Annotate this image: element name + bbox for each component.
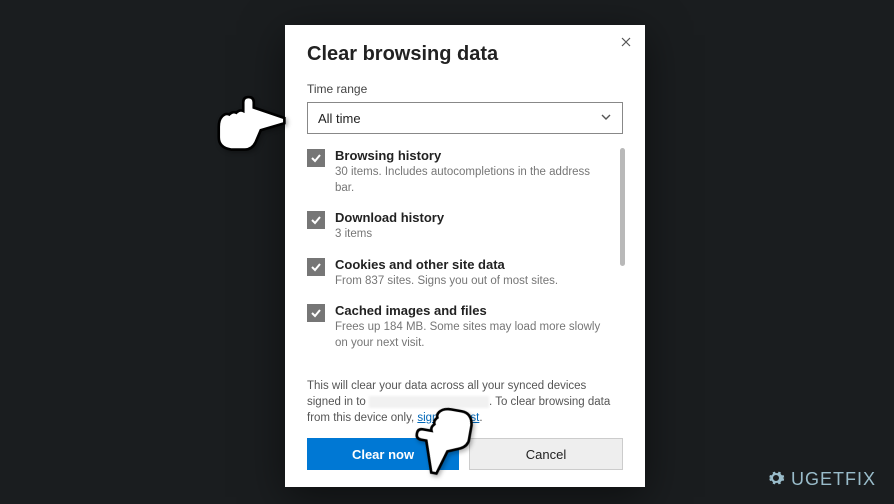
list-item: Cookies and other site data From 837 sit… (307, 257, 611, 290)
scrollbar[interactable] (620, 148, 625, 266)
checkbox-cached[interactable] (307, 304, 325, 322)
item-sub: 30 items. Includes autocompletions in th… (335, 165, 611, 196)
checkbox-browsing-history[interactable] (307, 149, 325, 167)
item-sub: 3 items (335, 227, 444, 243)
options-list: Browsing history 30 items. Includes auto… (307, 148, 623, 378)
pointer-hand-icon (200, 90, 290, 160)
list-item: Download history 3 items (307, 210, 611, 243)
time-range-select[interactable]: All time (307, 102, 623, 134)
item-title: Download history (335, 210, 444, 225)
dialog-title: Clear browsing data (307, 43, 623, 66)
checkbox-cookies[interactable] (307, 258, 325, 276)
item-title: Cached images and files (335, 303, 611, 318)
time-range-value: All time (318, 111, 361, 126)
chevron-down-icon (600, 111, 612, 126)
list-item: Cached images and files Frees up 184 MB.… (307, 303, 611, 351)
checkbox-download-history[interactable] (307, 211, 325, 229)
item-sub: From 837 sites. Signs you out of most si… (335, 274, 558, 290)
cancel-button[interactable]: Cancel (469, 438, 623, 470)
time-range-label: Time range (307, 82, 623, 96)
watermark: UGETFIX (767, 469, 876, 492)
close-icon[interactable] (621, 35, 631, 50)
options-list-wrap: Browsing history 30 items. Includes auto… (307, 148, 623, 378)
item-title: Cookies and other site data (335, 257, 558, 272)
gear-icon (767, 469, 785, 492)
item-title: Browsing history (335, 148, 611, 163)
item-sub: Frees up 184 MB. Some sites may load mor… (335, 320, 611, 351)
list-item: Browsing history 30 items. Includes auto… (307, 148, 611, 196)
